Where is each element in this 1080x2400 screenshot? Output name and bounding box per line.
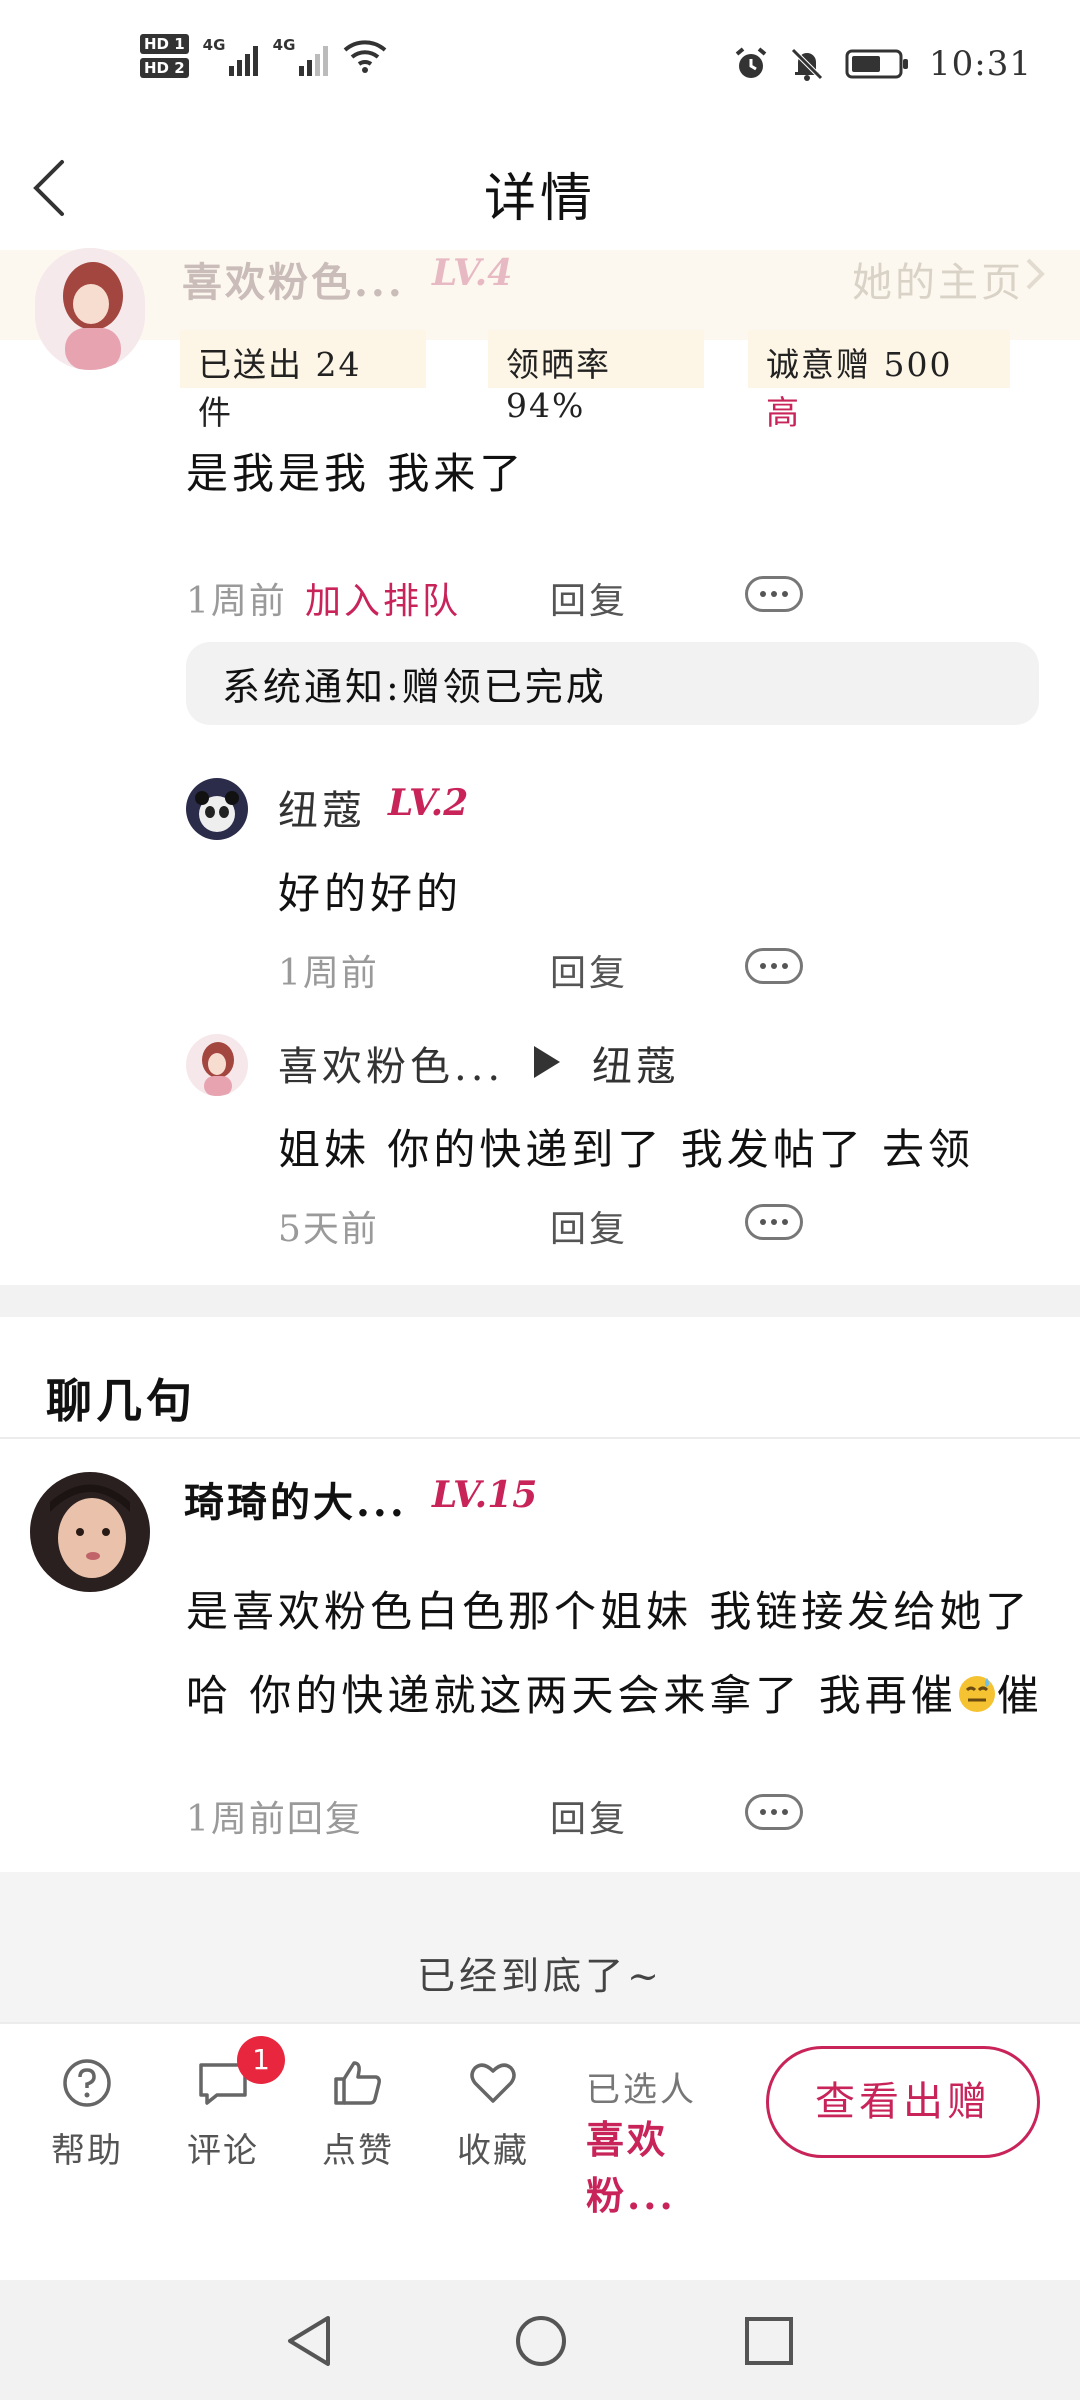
reply-avatar-panda[interactable]: [186, 778, 248, 840]
hd-badge: HD 1 HD 2: [140, 34, 189, 78]
clock: 10:31: [929, 44, 1032, 84]
author-name[interactable]: 喜欢粉色...: [182, 250, 405, 308]
sweat-emoji-icon: [958, 1676, 995, 1712]
status-bar: HD 1 HD 2 4G 4G 10:31: [0, 0, 1080, 130]
thumbs-up-icon: [334, 2061, 381, 2105]
reply-button[interactable]: 回复: [550, 1200, 628, 1252]
network-1-label: 4G: [202, 36, 226, 54]
author-avatar[interactable]: [35, 248, 145, 370]
wifi-icon: [343, 40, 387, 73]
hd-sim2-icon: HD 2: [140, 58, 189, 78]
comment-text-part: 哈 你的快递就这两天会来拿了 我再催: [186, 1671, 957, 1720]
nav-back-icon[interactable]: [284, 2314, 334, 2368]
header: 详情: [0, 130, 1080, 250]
nav-home-icon[interactable]: [514, 2314, 568, 2368]
reply-author-level: LV.2: [388, 782, 469, 824]
alarm-icon: [735, 47, 767, 78]
end-of-list-text: 已经到底了~: [417, 1954, 663, 1998]
comment-count-badge: 1: [237, 2036, 285, 2084]
author-level: LV.4: [432, 252, 513, 294]
sim2-label: 2: [174, 59, 185, 77]
comment-text-part: 催: [996, 1671, 1043, 1720]
chevron-right-icon[interactable]: [1024, 254, 1048, 294]
network-2-label: 4G: [272, 36, 296, 54]
stat-sincere-level: 高: [766, 393, 801, 432]
selected-person-name[interactable]: 喜欢粉...: [586, 2112, 706, 2224]
signal-2-icon: 4G: [273, 36, 329, 76]
like-tab[interactable]: 点赞: [308, 2055, 408, 2172]
stat-sincere-value: 500: [883, 345, 953, 384]
more-options-icon[interactable]: [745, 1794, 803, 1830]
status-right: 10:31: [733, 44, 1032, 84]
more-options-icon[interactable]: [745, 576, 803, 612]
stat-sincere: 诚意赠 500 高: [748, 330, 1010, 432]
hd-sim1-icon: HD 1: [140, 34, 189, 54]
reply-time: 1周前: [278, 953, 379, 994]
heart-icon: [470, 2063, 516, 2103]
system-nav-bar: [0, 2280, 1080, 2400]
help-icon: [63, 2059, 111, 2107]
commenter-level: LV.15: [432, 1474, 538, 1516]
section-divider: [0, 1285, 1080, 1317]
reply-target-name[interactable]: 纽蔻: [592, 1034, 680, 1092]
reply-text: 好的好的: [278, 869, 463, 918]
reply-to-arrow-icon: [534, 1046, 560, 1078]
system-notice: 系统通知:赠领已完成: [186, 642, 1039, 725]
more-options-icon[interactable]: [745, 1204, 803, 1240]
mute-bell-icon: [791, 48, 823, 81]
stat-rate-label: 领晒率: [506, 345, 611, 384]
divider: [0, 1437, 1080, 1439]
reply-author-name[interactable]: 喜欢粉色...: [278, 1034, 504, 1092]
stat-sent-label: 已送出: [198, 345, 303, 384]
comment-label: 评论: [187, 2131, 259, 2171]
comment-text-line-2: 哈 你的快递就这两天会来拿了 我再催 催: [186, 1662, 1043, 1723]
reply-text: 姐妹 你的快递到了 我发帖了 去领: [278, 1125, 975, 1174]
stat-sent-value: 24: [315, 345, 362, 384]
commenter-name[interactable]: 琦琦的大...: [184, 1470, 407, 1528]
reply-button[interactable]: 回复: [550, 944, 628, 996]
stat-rate: 领晒率 94%: [488, 330, 704, 425]
reply-author-name[interactable]: 纽蔻: [278, 778, 366, 836]
comment-text-line-1: 是喜欢粉色白色那个姐妹 我链接发给她了: [186, 1587, 1032, 1636]
view-giveaway-button[interactable]: 查看出赠: [766, 2046, 1040, 2158]
reply-avatar-pink[interactable]: [186, 1034, 248, 1096]
reply-time: 5天前: [278, 1209, 379, 1250]
commenter-avatar[interactable]: [30, 1472, 150, 1592]
signal-group: HD 1 HD 2 4G 4G: [140, 34, 387, 78]
stat-sent-unit: 件: [198, 393, 233, 432]
reply-button[interactable]: 回复: [550, 1790, 628, 1842]
sim1-label: 1: [174, 35, 185, 53]
help-tab[interactable]: 帮助: [37, 2055, 137, 2172]
like-label: 点赞: [322, 2131, 394, 2171]
comment-time[interactable]: 1周前回复: [186, 1790, 363, 1842]
comment-time: 1周前: [186, 581, 287, 622]
stat-sincere-label: 诚意赠: [766, 345, 871, 384]
favorite-label: 收藏: [457, 2131, 529, 2171]
stat-rate-value: 94%: [506, 386, 586, 425]
reply-button[interactable]: 回复: [550, 572, 628, 624]
stat-sent: 已送出 24 件: [180, 330, 426, 432]
author-home-link[interactable]: 她的主页: [852, 250, 1024, 308]
section-title: 聊几句: [46, 1374, 196, 1428]
comment-text: 是我是我 我来了: [186, 449, 526, 498]
page-title: 详情: [483, 169, 596, 229]
favorite-tab[interactable]: 收藏: [443, 2055, 543, 2172]
battery-icon: [845, 49, 909, 79]
join-queue-button[interactable]: 加入排队: [305, 572, 461, 624]
help-label: 帮助: [51, 2131, 123, 2171]
signal-1-icon: 4G: [203, 36, 259, 76]
nav-recents-icon[interactable]: [744, 2316, 794, 2366]
selected-person-label: 已选人: [586, 2070, 697, 2110]
more-options-icon[interactable]: [745, 948, 803, 984]
